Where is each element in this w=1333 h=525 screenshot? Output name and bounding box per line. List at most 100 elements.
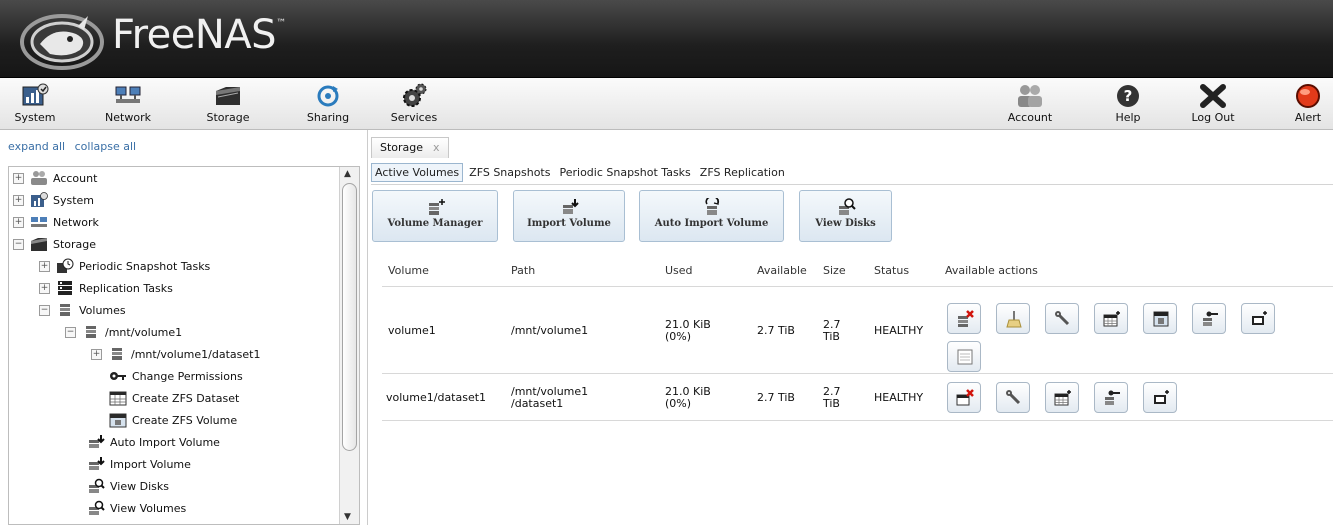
create-snapshot-icon [1154, 390, 1169, 404]
tree-label: View Disks [110, 479, 169, 493]
column-header-volume[interactable]: Volume [388, 264, 429, 277]
column-header-available[interactable]: Available [757, 264, 807, 277]
table-row[interactable]: volume1/dataset1 /mnt/volume1/dataset1 2… [382, 373, 1333, 421]
storage-subtabs: Active Volumes ZFS Snapshots Periodic Sn… [371, 161, 791, 183]
column-header-used[interactable]: Used [665, 264, 693, 277]
toolbar-services-button[interactable]: Services [382, 80, 446, 128]
tab-close-icon[interactable]: x [433, 141, 440, 154]
subtab-active-volumes[interactable]: Active Volumes [371, 162, 464, 182]
network-icon [115, 86, 141, 103]
tree-item-auto-import-volume[interactable]: Auto Import Volume [87, 431, 220, 453]
svg-text:?: ? [1124, 87, 1133, 105]
create-dataset-button[interactable] [1045, 382, 1079, 413]
volume-size: 2.7 TiB [823, 318, 841, 343]
volume-icon [112, 348, 122, 360]
scroll-up-arrow-icon[interactable]: ▲ [344, 169, 351, 179]
sharing-icon [317, 85, 339, 107]
tree-item-create-zfs-dataset[interactable]: Create ZFS Dataset [109, 387, 239, 409]
toolbar-alert-button[interactable]: Alert [1288, 80, 1328, 128]
tree-item-mnt-volume1[interactable]: − /mnt/volume1 [65, 321, 182, 343]
expand-toggle-icon[interactable]: + [91, 348, 102, 360]
tree-item-view-volumes[interactable]: View Volumes [87, 497, 186, 519]
toolbar-account-button[interactable]: Account [1000, 80, 1060, 128]
account-icon [1018, 85, 1042, 107]
tree-item-account[interactable]: + Account [13, 167, 97, 189]
toolbar-system-button[interactable]: System [10, 80, 60, 128]
tree-item-mnt-volume1-dataset1[interactable]: + /mnt/volume1/dataset1 [91, 343, 260, 365]
expand-all-link[interactable]: expand all [8, 140, 65, 153]
tree-item-replication-tasks[interactable]: + Replication Tasks [39, 277, 173, 299]
destroy-dataset-button[interactable] [947, 382, 981, 413]
scrollbar-thumb[interactable] [342, 183, 357, 451]
tree-item-storage[interactable]: − Storage [13, 233, 96, 255]
column-header-status[interactable]: Status [874, 264, 909, 277]
create-zvol-button[interactable] [1143, 303, 1177, 334]
subtab-periodic-snapshot-tasks[interactable]: Periodic Snapshot Tasks [556, 164, 693, 181]
expand-toggle-icon[interactable]: + [13, 194, 24, 206]
toolbar-help-label: Help [1115, 111, 1141, 124]
tab-storage[interactable]: Storage x [371, 137, 449, 158]
column-header-path[interactable]: Path [511, 264, 535, 277]
table-row[interactable]: volume1 /mnt/volume1 21.0 KiB (0%) 2.7 Ti… [382, 286, 1333, 373]
toolbar-logout-button[interactable]: Log Out [1186, 80, 1240, 128]
create-snapshot-button[interactable] [1143, 382, 1177, 413]
tree-item-periodic-snapshot-tasks[interactable]: + Periodic Snapshot Tasks [39, 255, 210, 277]
toolbar-sharing-button[interactable]: Sharing [300, 80, 356, 128]
toolbar-help-button[interactable]: ? Help [1108, 80, 1148, 128]
view-disks-label: View Disks [815, 218, 876, 229]
key-icon [110, 372, 126, 380]
snapshot-clock-icon [57, 258, 74, 273]
replication-icon [58, 281, 72, 295]
tree-item-network[interactable]: + Network [13, 211, 99, 233]
tree-label: View Volumes [110, 501, 187, 515]
tree-item-change-permissions[interactable]: Change Permissions [109, 365, 243, 387]
toolbar-sharing-label: Sharing [306, 111, 350, 124]
logout-icon [1200, 84, 1226, 108]
wrench-icon [1055, 311, 1070, 326]
volume-status: HEALTHY [874, 391, 924, 404]
auto-import-volume-button[interactable]: Auto Import Volume [639, 190, 784, 242]
view-disks-button[interactable]: View Disks [799, 190, 892, 242]
tree-label: Periodic Snapshot Tasks [79, 259, 211, 273]
volume-status-button[interactable] [947, 341, 981, 372]
expand-toggle-icon[interactable]: + [13, 172, 24, 184]
change-permissions-button[interactable] [1094, 382, 1128, 413]
create-snapshot-button[interactable] [1241, 303, 1275, 334]
collapse-all-link[interactable]: collapse all [75, 140, 136, 153]
subtab-zfs-replication[interactable]: ZFS Replication [697, 164, 788, 181]
toolbar-storage-label: Storage [206, 111, 250, 124]
tree-item-create-zfs-volume[interactable]: Create ZFS Volume [109, 409, 237, 431]
subtab-zfs-snapshots[interactable]: ZFS Snapshots [466, 164, 553, 181]
destroy-dataset-icon [956, 389, 974, 406]
collapse-toggle-icon[interactable]: − [13, 238, 24, 250]
toolbar-storage-button[interactable]: Storage [198, 80, 258, 128]
help-icon: ? [1117, 85, 1139, 107]
detach-volume-button[interactable] [947, 303, 981, 334]
volume-icon [60, 304, 70, 316]
edit-dataset-options-button[interactable] [996, 382, 1030, 413]
change-permissions-button[interactable] [1192, 303, 1226, 334]
tree-label: Storage [53, 237, 97, 251]
zvol-icon [109, 413, 127, 428]
volume-manager-button[interactable]: Volume Manager [372, 190, 498, 242]
navigation-tree-panel: expand all collapse all + Account + Syst… [0, 130, 368, 525]
tree-scrollbar[interactable]: ▲ ▼ [339, 167, 359, 524]
scrub-volume-button[interactable] [996, 303, 1030, 334]
expand-toggle-icon[interactable]: + [39, 282, 50, 294]
scroll-down-arrow-icon[interactable]: ▼ [344, 512, 351, 522]
tree-item-volumes[interactable]: − Volumes [39, 299, 126, 321]
column-header-size[interactable]: Size [823, 264, 846, 277]
create-dataset-button[interactable] [1094, 303, 1128, 334]
import-volume-button[interactable]: Import Volume [513, 190, 625, 242]
tree-item-system[interactable]: + System [13, 189, 94, 211]
collapse-toggle-icon[interactable]: − [39, 304, 50, 316]
expand-toggle-icon[interactable]: + [13, 216, 24, 228]
expand-toggle-icon[interactable]: + [39, 260, 50, 272]
tree-item-view-disks[interactable]: View Disks [87, 475, 169, 497]
tree-item-import-volume[interactable]: Import Volume [87, 453, 191, 475]
navigation-tree: + Account + System + Network − Storage +… [8, 166, 360, 525]
edit-volume-options-button[interactable] [1045, 303, 1079, 334]
volume-path: /mnt/volume1 [511, 324, 589, 337]
toolbar-network-button[interactable]: Network [100, 80, 156, 128]
collapse-toggle-icon[interactable]: − [65, 326, 76, 338]
